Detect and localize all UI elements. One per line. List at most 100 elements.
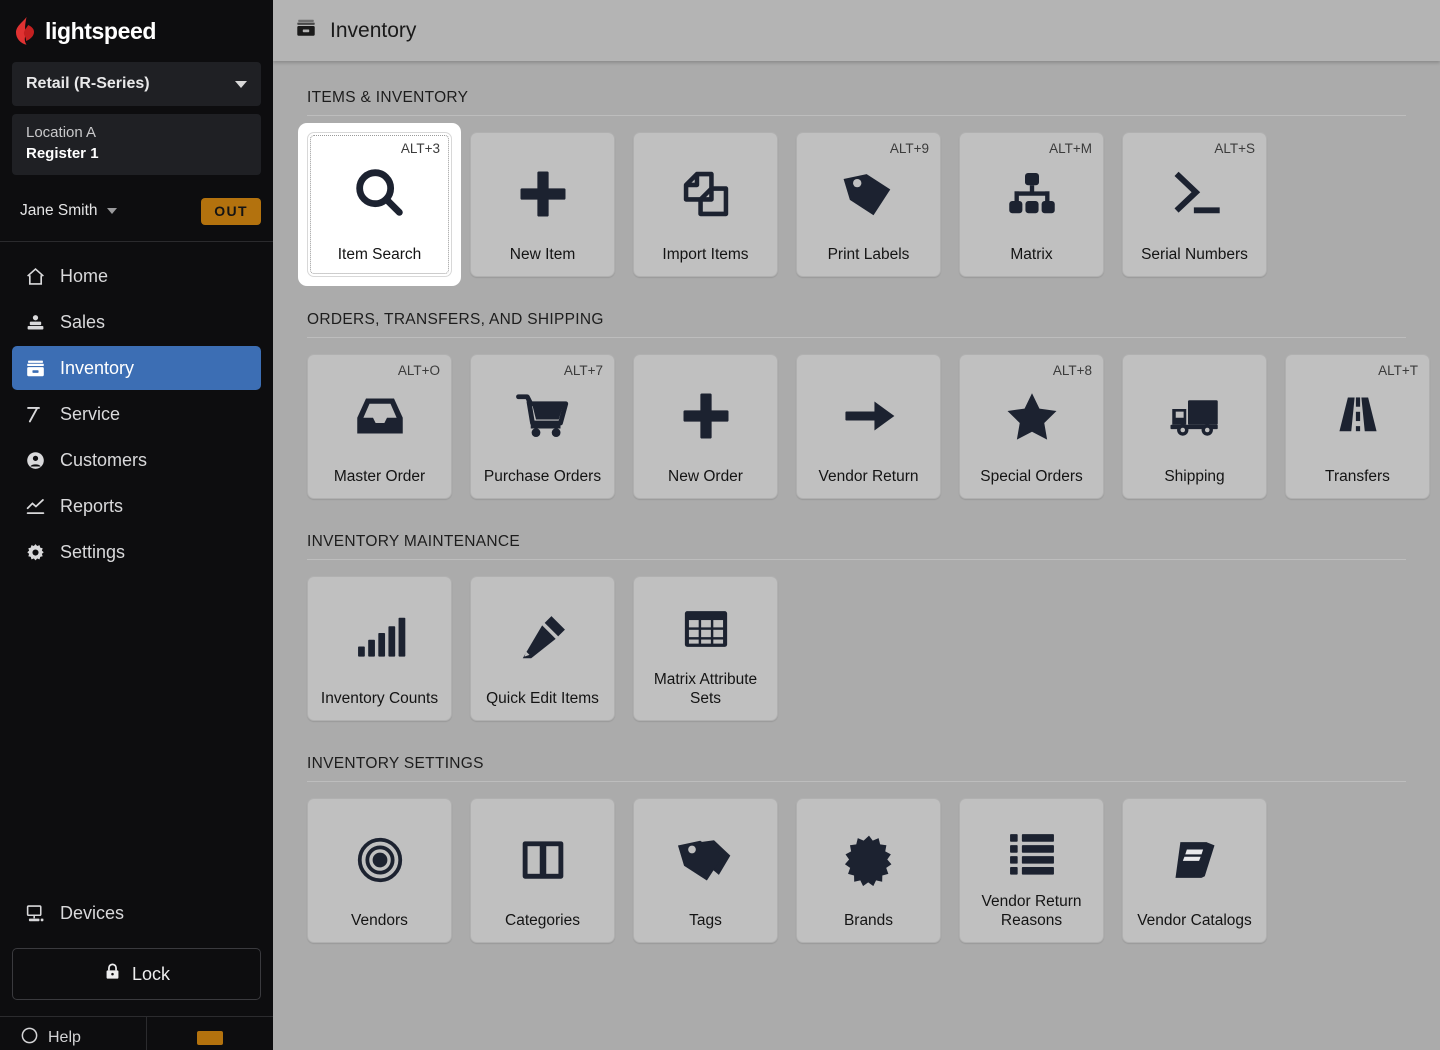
tile-print-labels[interactable]: ALT+9 Print Labels: [796, 132, 941, 277]
tile-quick-edit-items[interactable]: Quick Edit Items: [470, 576, 615, 721]
inventory-box-icon: [24, 357, 46, 379]
tile-label: Master Order: [333, 468, 426, 485]
tile-special-orders[interactable]: ALT+8 Special Orders: [959, 354, 1104, 499]
page-header: Inventory: [273, 0, 1440, 61]
register-name: Register 1: [26, 145, 99, 162]
sidebar-item-label: Sales: [60, 311, 106, 332]
sidebar: lightspeed Retail (R-Series) Location A …: [0, 0, 273, 1050]
tile-matrix-attribute-sets[interactable]: Matrix Attribute Sets: [633, 576, 778, 721]
tile-wrapper: Inventory Counts: [307, 576, 452, 721]
tile-label: Shipping: [1164, 468, 1225, 485]
tile-grid-content: ITEMS & INVENTORY ALT+3 Item Search New …: [273, 61, 1440, 1050]
tile-wrapper: ALT+S Serial Numbers: [1122, 132, 1267, 277]
tile-new-item[interactable]: New Item: [470, 132, 615, 277]
brand-logo[interactable]: lightspeed: [0, 0, 273, 62]
tile-inventory-counts[interactable]: Inventory Counts: [307, 576, 452, 721]
lock-button[interactable]: Lock: [12, 948, 261, 1000]
documents-icon: [634, 133, 777, 245]
sidebar-item-label: Devices: [60, 902, 125, 923]
sidebar-item-inventory[interactable]: Inventory: [12, 346, 261, 390]
help-button-label: Help: [48, 1028, 81, 1046]
tile-vendor-return-reasons[interactable]: Vendor Return Reasons: [959, 798, 1104, 943]
clock-status-badge[interactable]: OUT: [201, 197, 261, 225]
tile-wrapper: Brands: [796, 798, 941, 943]
tile-label: Import Items: [662, 246, 749, 263]
truck-icon: [1123, 355, 1266, 467]
location-register-box[interactable]: Location A Register 1: [12, 114, 261, 175]
sidebar-item-customers[interactable]: Customers: [12, 438, 261, 482]
tile-new-order[interactable]: New Order: [633, 354, 778, 499]
monitor-icon: [24, 902, 46, 924]
tile-label: Tags: [689, 912, 722, 929]
tile-wrapper: Matrix Attribute Sets: [633, 576, 778, 721]
sidebar-nav: Home Sales Inventory Service Customers R…: [0, 254, 273, 574]
footer-action-cell[interactable]: [146, 1017, 273, 1050]
sidebar-item-service[interactable]: Service: [12, 392, 261, 436]
user-circle-icon: [24, 449, 46, 471]
tile-label: Quick Edit Items: [486, 690, 599, 707]
sidebar-item-home[interactable]: Home: [12, 254, 261, 298]
tile-shortcut: ALT+3: [400, 141, 440, 156]
tile-label: Inventory Counts: [320, 690, 439, 707]
inventory-box-icon: [295, 17, 317, 44]
tile-import-items[interactable]: Import Items: [633, 132, 778, 277]
tile-item-search[interactable]: ALT+3 Item Search: [307, 132, 452, 277]
sidebar-item-label: Service: [60, 403, 121, 424]
hammer-icon: [24, 403, 46, 425]
list-icon: [960, 799, 1103, 892]
sidebar-item-reports[interactable]: Reports: [12, 484, 261, 528]
tile-purchase-orders[interactable]: ALT+7 Purchase Orders: [470, 354, 615, 499]
sidebar-item-label: Reports: [60, 495, 124, 516]
tile-wrapper: ALT+9 Print Labels: [796, 132, 941, 277]
grid-table-icon: [634, 577, 777, 670]
tile-wrapper: Shipping: [1122, 354, 1267, 499]
tile-serial-numbers[interactable]: ALT+S Serial Numbers: [1122, 132, 1267, 277]
tile-brands[interactable]: Brands: [796, 798, 941, 943]
tile-master-order[interactable]: ALT+O Master Order: [307, 354, 452, 499]
tile-vendor-catalogs[interactable]: Vendor Catalogs: [1122, 798, 1267, 943]
tile-label: Purchase Orders: [483, 468, 602, 485]
tile-label: Matrix Attribute Sets: [653, 671, 758, 707]
target-icon: [308, 799, 451, 911]
sidebar-item-settings[interactable]: Settings: [12, 530, 261, 574]
section-heading: ITEMS & INVENTORY: [307, 89, 469, 106]
business-selector[interactable]: Retail (R-Series): [12, 62, 261, 106]
user-row: Jane Smith OUT: [0, 185, 273, 231]
tile-label: Vendor Return Reasons: [981, 893, 1082, 929]
tile-wrapper: Vendor Catalogs: [1122, 798, 1267, 943]
columns-icon: [471, 799, 614, 911]
tile-tags[interactable]: Tags: [633, 798, 778, 943]
gear-icon: [24, 541, 46, 563]
tile-label: Print Labels: [827, 246, 910, 263]
section-inventory-maintenance: INVENTORY MAINTENANCE Inventory Counts Q…: [307, 533, 1440, 721]
lock-button-label: Lock: [131, 963, 171, 984]
tile-vendor-return[interactable]: Vendor Return: [796, 354, 941, 499]
tile-label: New Item: [509, 246, 576, 263]
tile-wrapper: ALT+O Master Order: [307, 354, 452, 499]
home-icon: [24, 265, 46, 287]
sidebar-item-sales[interactable]: Sales: [12, 300, 261, 344]
footer-badge-icon: [197, 1030, 223, 1045]
brand-name: lightspeed: [45, 17, 157, 44]
tile-categories[interactable]: Categories: [470, 798, 615, 943]
help-button[interactable]: Help: [0, 1017, 146, 1050]
plus-icon: [634, 355, 777, 467]
tile-shipping[interactable]: Shipping: [1122, 354, 1267, 499]
tile-matrix[interactable]: ALT+M Matrix: [959, 132, 1104, 277]
tile-transfers[interactable]: ALT+T Transfers: [1285, 354, 1430, 499]
tile-row: ALT+3 Item Search New Item Import Items …: [298, 116, 1440, 286]
tile-vendors[interactable]: Vendors: [307, 798, 452, 943]
tile-wrapper: New Item: [470, 132, 615, 277]
tile-wrapper: Categories: [470, 798, 615, 943]
sidebar-item-devices[interactable]: Devices: [0, 892, 273, 934]
sidebar-divider: [0, 241, 273, 242]
tags-icon: [634, 799, 777, 911]
user-menu[interactable]: Jane Smith: [20, 202, 117, 220]
tile-label: Transfers: [1325, 468, 1390, 485]
tile-wrapper: Vendor Return Reasons: [959, 798, 1104, 943]
tile-label: Categories: [505, 912, 580, 929]
